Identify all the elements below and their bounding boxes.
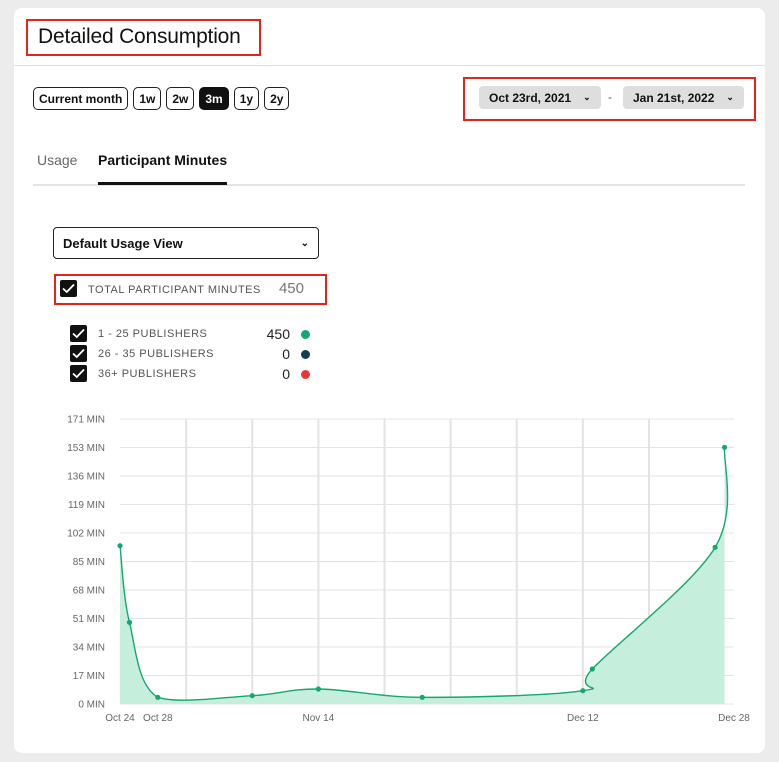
x-tick-label: Oct 24: [105, 713, 135, 724]
y-tick-label: 171 MIN: [67, 415, 105, 426]
x-tick-label: Dec 12: [567, 713, 599, 724]
data-point: [580, 688, 586, 694]
data-point: [126, 619, 133, 625]
detailed-consumption-card: Detailed Consumption Current month 1w 2w…: [14, 8, 765, 753]
data-point: [117, 543, 123, 549]
data-point: [315, 686, 321, 692]
x-tick-label: Dec 28: [718, 713, 750, 724]
participant-minutes-chart: 171 MIN 153 MIN 136 MIN 119 MIN 102 MIN 85 MI…: [67, 415, 750, 725]
x-tick-label: Nov 14: [303, 713, 335, 724]
y-tick-label: 68 MIN: [73, 586, 105, 597]
series-area-fill: [120, 447, 728, 704]
data-point: [589, 666, 595, 672]
y-tick-label: 102 MIN: [67, 529, 105, 540]
y-tick-label: 85 MIN: [73, 557, 105, 568]
y-tick-label: 153 MIN: [67, 443, 105, 454]
y-tick-label: 136 MIN: [67, 472, 105, 483]
y-tick-label: 51 MIN: [73, 614, 105, 625]
y-tick-label: 17 MIN: [73, 671, 105, 682]
y-tick-label: 119 MIN: [68, 500, 105, 511]
data-point: [249, 693, 255, 699]
data-point: [721, 444, 728, 450]
y-tick-label: 0 MIN: [78, 700, 105, 711]
data-point: [419, 694, 425, 700]
y-tick-label: 34 MIN: [73, 643, 105, 654]
data-point: [155, 694, 161, 700]
data-point: [712, 544, 718, 550]
x-tick-label: Oct 28: [143, 713, 173, 724]
